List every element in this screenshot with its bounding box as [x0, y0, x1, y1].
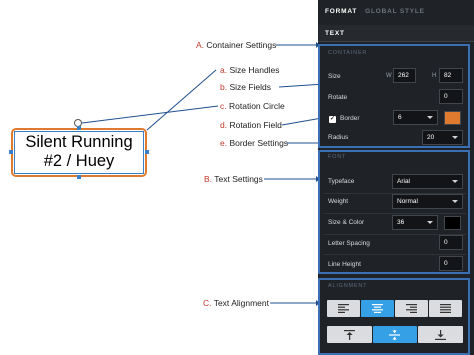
weight-label: Weight — [328, 198, 349, 205]
typeface-label: Typeface — [328, 178, 355, 185]
align-top-icon — [344, 330, 355, 340]
text-line: #2 / Huey — [43, 152, 115, 170]
size-handle-left[interactable] — [9, 150, 13, 154]
width-label: W — [386, 73, 392, 79]
chevron-down-icon — [452, 180, 458, 183]
radius-select[interactable]: 20 — [422, 130, 463, 145]
panel-tabs: FORMAT GLOBAL STYLE — [318, 0, 474, 22]
height-field[interactable]: 82 — [439, 68, 463, 83]
callout-text: Container Settings — [204, 40, 277, 50]
line-height-field[interactable]: 0 — [439, 256, 463, 271]
callout-key: B. — [204, 174, 213, 184]
font-size-value: 36 — [397, 219, 405, 226]
callout-text: Text Alignment — [211, 298, 269, 308]
typeface-select[interactable]: Arial — [392, 174, 463, 189]
callout-container-settings: A. Container Settings — [196, 40, 276, 50]
screenshot-root: A. Container Settings a. Size Handles b.… — [0, 0, 474, 355]
typeface-value: Arial — [397, 178, 411, 185]
weight-value: Normal — [397, 198, 418, 205]
font-size-select[interactable]: 36 — [392, 215, 438, 230]
callout-text: Size Fields — [227, 82, 272, 92]
align-right-icon — [406, 304, 417, 313]
line-height-label: Line Height — [328, 261, 361, 268]
border-label: Border — [340, 115, 360, 122]
text-box-content: Silent Running #2 / Huey — [13, 133, 145, 171]
selected-text-box[interactable]: Silent Running #2 / Huey — [11, 128, 147, 177]
rotation-field[interactable]: 0 — [439, 89, 463, 104]
align-left-button[interactable] — [327, 300, 360, 317]
tab-global-style[interactable]: GLOBAL STYLE — [365, 8, 425, 15]
callout-text-settings: B. Text Settings — [204, 174, 263, 184]
size-handle-bottom[interactable] — [77, 175, 81, 179]
border-checkbox[interactable]: ✓ — [329, 116, 336, 123]
callout-key: A. — [196, 40, 205, 50]
text-alignment-group: ALIGNMENT — [318, 278, 470, 355]
callout-key: c. — [220, 101, 227, 111]
radius-label: Radius — [328, 134, 349, 141]
chevron-down-icon — [427, 221, 433, 224]
group-label: FONT — [328, 154, 347, 160]
align-top-button[interactable] — [327, 326, 372, 343]
size-label: Size — [328, 73, 341, 80]
callout-size-fields: b. Size Fields — [220, 82, 271, 92]
radius-value: 20 — [427, 134, 435, 141]
weight-select[interactable]: Normal — [392, 194, 463, 209]
callout-size-handles: a. Size Handles — [220, 65, 280, 75]
leader-size-handles — [146, 69, 217, 131]
tab-format[interactable]: FORMAT — [325, 8, 357, 15]
format-panel: FORMAT GLOBAL STYLE TEXT CONTAINER Size … — [318, 0, 474, 355]
callout-key: C. — [203, 298, 212, 308]
align-middle-icon — [389, 330, 400, 340]
callout-rotation-circle: c. Rotation Circle — [220, 101, 285, 111]
callout-text: Border Settings — [227, 138, 289, 148]
rotate-label: Rotate — [328, 94, 348, 101]
chevron-down-icon — [452, 136, 458, 139]
chevron-down-icon — [427, 116, 433, 119]
letter-spacing-field[interactable]: 0 — [439, 235, 463, 250]
container-settings-group: CONTAINER Size W 262 H 82 Rotate 0 ✓ Bor… — [318, 44, 470, 148]
align-right-button[interactable] — [395, 300, 428, 317]
chevron-down-icon — [452, 200, 458, 203]
size-handle-right[interactable] — [145, 150, 149, 154]
group-label: CONTAINER — [328, 50, 368, 56]
text-settings-group: FONT Typeface Arial Weight Normal Size &… — [318, 150, 470, 274]
align-center-button[interactable] — [361, 300, 394, 317]
align-bottom-button[interactable] — [418, 326, 463, 343]
align-justify-icon — [440, 304, 451, 313]
callout-text: Rotation Field — [227, 120, 282, 130]
border-width-value: 6 — [398, 114, 402, 121]
size-color-label: Size & Color — [328, 219, 365, 226]
section-title: TEXT — [325, 30, 345, 37]
leader-rotation-circle — [81, 105, 219, 124]
align-justify-button[interactable] — [429, 300, 462, 317]
group-label: ALIGNMENT — [328, 283, 368, 289]
text-line: Silent Running — [25, 133, 133, 151]
height-label: H — [432, 73, 437, 79]
divider — [324, 213, 466, 214]
align-center-icon — [372, 304, 383, 313]
align-left-icon — [338, 304, 349, 313]
callout-text-alignment: C. Text Alignment — [203, 298, 269, 308]
width-field[interactable]: 262 — [393, 68, 416, 83]
align-bottom-icon — [435, 330, 446, 340]
border-color-swatch[interactable] — [444, 111, 461, 125]
callout-text: Text Settings — [212, 174, 263, 184]
divider — [324, 254, 466, 255]
font-color-swatch[interactable] — [444, 216, 461, 230]
align-middle-button[interactable] — [373, 326, 417, 343]
callout-border-settings: e. Border Settings — [220, 138, 288, 148]
callout-text: Size Handles — [227, 65, 280, 75]
size-handle-top[interactable] — [77, 126, 81, 130]
callout-text: Rotation Circle — [226, 101, 285, 111]
letter-spacing-label: Letter Spacing — [328, 240, 370, 247]
border-width-select[interactable]: 6 — [393, 110, 438, 125]
callout-rotation-field: d. Rotation Field — [220, 120, 282, 130]
